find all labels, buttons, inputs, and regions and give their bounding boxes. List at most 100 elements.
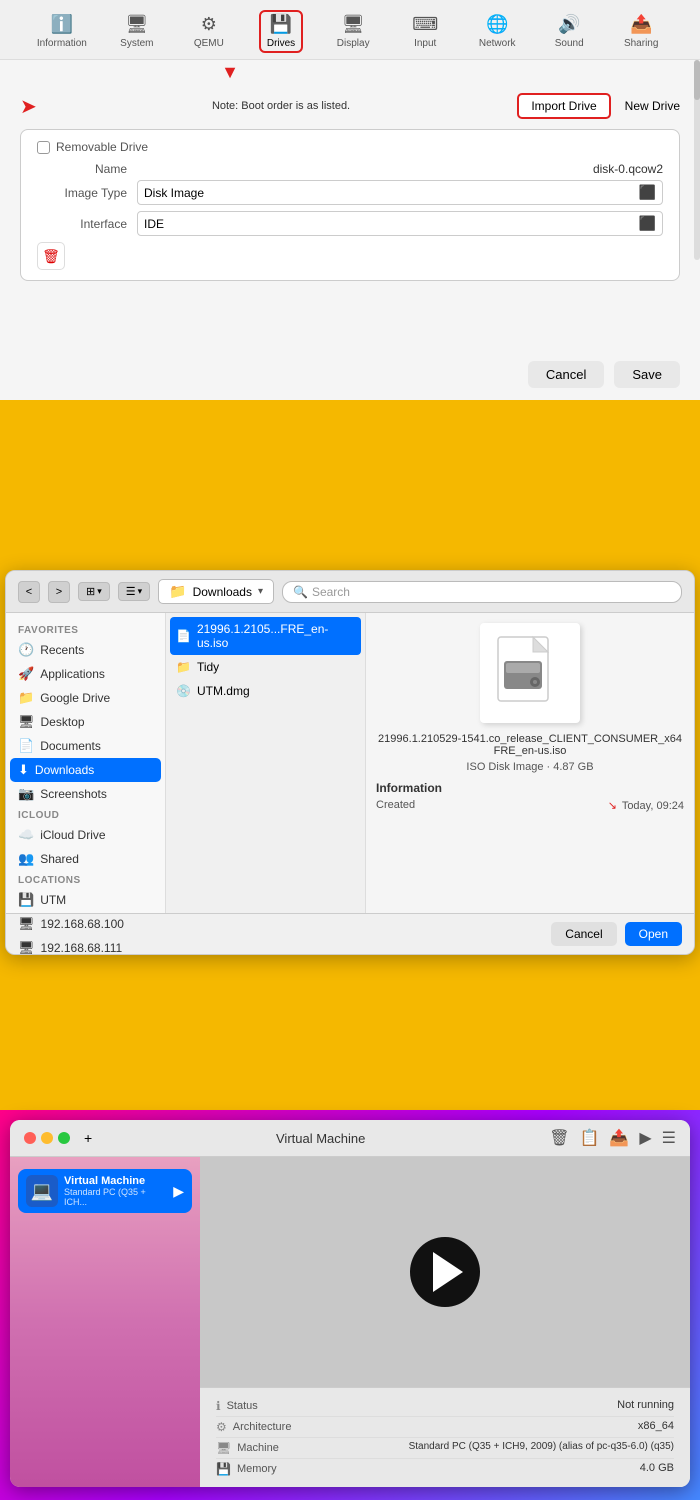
sidebar-item-screenshots[interactable]: 📷 Screenshots bbox=[6, 782, 165, 806]
interface-arrow: ⬛ bbox=[639, 215, 656, 232]
cancel-button[interactable]: Cancel bbox=[528, 361, 604, 388]
preview-created-label: Created bbox=[376, 799, 415, 812]
image-type-select[interactable]: Disk Image ⬛ bbox=[137, 180, 663, 205]
fb-toolbar: < > ⊞ ▾ ☰ ▾ 📁 Downloads ▾ 🔍 Search bbox=[6, 571, 694, 613]
list-item-utm-dmg[interactable]: 💿 UTM.dmg bbox=[166, 679, 365, 703]
fb-open-button[interactable]: Open bbox=[625, 922, 682, 946]
fb-cancel-button[interactable]: Cancel bbox=[551, 922, 616, 946]
desktop-icon: 🖥 bbox=[18, 714, 35, 730]
image-type-value: Disk Image bbox=[144, 186, 204, 200]
forward-button[interactable]: > bbox=[48, 581, 70, 603]
sidebar-utm-label: UTM bbox=[40, 893, 66, 907]
drives-icon: 💾 bbox=[270, 14, 292, 35]
applications-icon: 🚀 bbox=[18, 666, 34, 682]
run-vm-icon[interactable]: ▶ bbox=[639, 1128, 651, 1148]
play-triangle-icon bbox=[433, 1252, 463, 1292]
sidebar-item-utm[interactable]: 💾 UTM bbox=[6, 888, 165, 912]
clone-vm-icon[interactable]: 📋 bbox=[580, 1128, 600, 1148]
toolbar-display[interactable]: 🖥 Display bbox=[331, 14, 375, 49]
delete-vm-icon[interactable]: 🗑 bbox=[549, 1128, 569, 1148]
sidebar-item-shared[interactable]: 👥 Shared bbox=[6, 847, 165, 871]
sidebar-item-documents[interactable]: 📄 Documents bbox=[6, 734, 165, 758]
location-bar[interactable]: 📁 Downloads ▾ bbox=[158, 579, 274, 604]
yellow-divider-2 bbox=[0, 950, 700, 1110]
interface-select[interactable]: IDE ⬛ bbox=[137, 211, 663, 236]
drives-content: Removable Drive Name disk-0.qcow2 Image … bbox=[20, 129, 680, 281]
input-icon: ⌨ bbox=[412, 14, 438, 35]
toolbar-drives[interactable]: 💾 Drives bbox=[259, 10, 303, 53]
sidebar-documents-label: Documents bbox=[40, 739, 101, 753]
favorites-label: Favorites bbox=[6, 621, 165, 638]
toolbar-information[interactable]: ℹ️ Information bbox=[37, 14, 87, 49]
removable-drive-label: Removable Drive bbox=[56, 140, 148, 154]
location-dropdown-arrow: ▾ bbox=[258, 586, 263, 597]
toolbar-drives-label: Drives bbox=[267, 38, 295, 49]
toolbar-input[interactable]: ⌨ Input bbox=[403, 14, 447, 49]
utm-toolbar-icons: 🗑 📋 📤 ▶ ☰ bbox=[549, 1128, 676, 1148]
close-button[interactable] bbox=[24, 1132, 36, 1144]
removable-drive-checkbox[interactable] bbox=[37, 141, 50, 154]
toolbar-qemu-label: QEMU bbox=[194, 38, 224, 49]
sidebar-item-recents[interactable]: 🕐 Recents bbox=[6, 638, 165, 662]
utm-drives-panel: ℹ️ Information 🖥 System ⚙ QEMU 💾 Drives … bbox=[0, 0, 700, 400]
start-vm-button[interactable] bbox=[410, 1237, 480, 1307]
maximize-button[interactable] bbox=[58, 1132, 70, 1144]
status-label: ℹ Status bbox=[216, 1399, 258, 1413]
toolbar-sharing[interactable]: 📤 Sharing bbox=[619, 14, 663, 49]
iso-file-name: 21996.1.2105...FRE_en-us.iso bbox=[197, 622, 355, 650]
new-drive-button[interactable]: New Drive bbox=[625, 99, 680, 113]
sidebar-icloud-drive-label: iCloud Drive bbox=[40, 828, 105, 842]
sidebar-item-applications[interactable]: 🚀 Applications bbox=[6, 662, 165, 686]
utm-dmg-icon: 💿 bbox=[176, 684, 191, 698]
preview-filename: 21996.1.210529-1541.co_release_CLIENT_CO… bbox=[376, 733, 684, 757]
toolbar-input-label: Input bbox=[414, 38, 436, 49]
menu-icon[interactable]: ☰ bbox=[662, 1128, 676, 1148]
sharing-icon: 📤 bbox=[630, 14, 652, 35]
search-box[interactable]: 🔍 Search bbox=[282, 581, 682, 603]
sidebar-item-google-drive[interactable]: 📁 Google Drive bbox=[6, 686, 165, 710]
display-icon: 🖥 bbox=[342, 14, 365, 35]
locations-label: Locations bbox=[6, 871, 165, 888]
toolbar-sound[interactable]: 🔊 Sound bbox=[547, 14, 591, 49]
sidebar-item-downloads[interactable]: ⬇ Downloads bbox=[10, 758, 161, 782]
minimize-button[interactable] bbox=[41, 1132, 53, 1144]
toolbar-network[interactable]: 🌐 Network bbox=[475, 14, 519, 49]
sidebar-item-desktop[interactable]: 🖥 Desktop bbox=[6, 710, 165, 734]
view-grid-icon: ⊞ bbox=[86, 585, 95, 598]
share-vm-icon[interactable]: 📤 bbox=[609, 1128, 629, 1148]
shared-icon: 👥 bbox=[18, 851, 34, 867]
sidebar-item-ip2[interactable]: 🖥 192.168.68.111 bbox=[6, 936, 165, 955]
utm-vm-section: + Virtual Machine 🗑 📋 📤 ▶ ☰ 💻 Virtual Ma… bbox=[0, 1110, 700, 1500]
back-button[interactable]: < bbox=[18, 581, 40, 603]
list-item-tidy[interactable]: 📁 Tidy bbox=[166, 655, 365, 679]
drives-scrollbar[interactable] bbox=[694, 60, 700, 260]
memory-label: 💾 Memory bbox=[216, 1462, 277, 1476]
image-type-arrow: ⬛ bbox=[639, 184, 656, 201]
save-button[interactable]: Save bbox=[614, 361, 680, 388]
machine-icon: 🖥 bbox=[216, 1441, 231, 1455]
file-browser-section: < > ⊞ ▾ ☰ ▾ 📁 Downloads ▾ 🔍 Search bbox=[0, 560, 700, 950]
utm-location-icon: 💾 bbox=[18, 892, 34, 908]
sidebar-item-ip1[interactable]: 🖥 192.168.68.100 bbox=[6, 912, 165, 936]
view-grid-button[interactable]: ⊞ ▾ bbox=[78, 582, 110, 601]
list-item-iso[interactable]: 📄 21996.1.2105...FRE_en-us.iso bbox=[170, 617, 361, 655]
vm-play-button[interactable]: ▶ bbox=[173, 1183, 184, 1200]
machine-row: 🖥 Machine Standard PC (Q35 + ICH9, 2009)… bbox=[216, 1438, 674, 1459]
toolbar-qemu[interactable]: ⚙ QEMU bbox=[187, 14, 231, 49]
vm-list-item[interactable]: 💻 Virtual Machine Standard PC (Q35 + ICH… bbox=[18, 1169, 192, 1213]
iso-file-icon: 📄 bbox=[176, 629, 191, 643]
name-row: Name disk-0.qcow2 bbox=[37, 162, 663, 176]
removable-drive-row: Removable Drive bbox=[37, 140, 663, 154]
sound-icon: 🔊 bbox=[558, 14, 580, 35]
toolbar-network-label: Network bbox=[479, 38, 516, 49]
delete-drive-button[interactable]: 🗑 bbox=[37, 242, 65, 270]
view-list-button[interactable]: ☰ ▾ bbox=[118, 582, 150, 601]
add-vm-button[interactable]: + bbox=[84, 1130, 92, 1146]
toolbar-system[interactable]: 🖥 System bbox=[115, 14, 159, 49]
icloud-drive-icon: ☁️ bbox=[18, 827, 34, 843]
sidebar-item-icloud-drive[interactable]: ☁️ iCloud Drive bbox=[6, 823, 165, 847]
sidebar-ip2-label: 192.168.68.111 bbox=[41, 941, 123, 955]
disk-image-icon bbox=[490, 633, 570, 713]
import-drive-button[interactable]: Import Drive bbox=[517, 93, 610, 119]
machine-value: Standard PC (Q35 + ICH9, 2009) (alias of… bbox=[409, 1441, 674, 1455]
